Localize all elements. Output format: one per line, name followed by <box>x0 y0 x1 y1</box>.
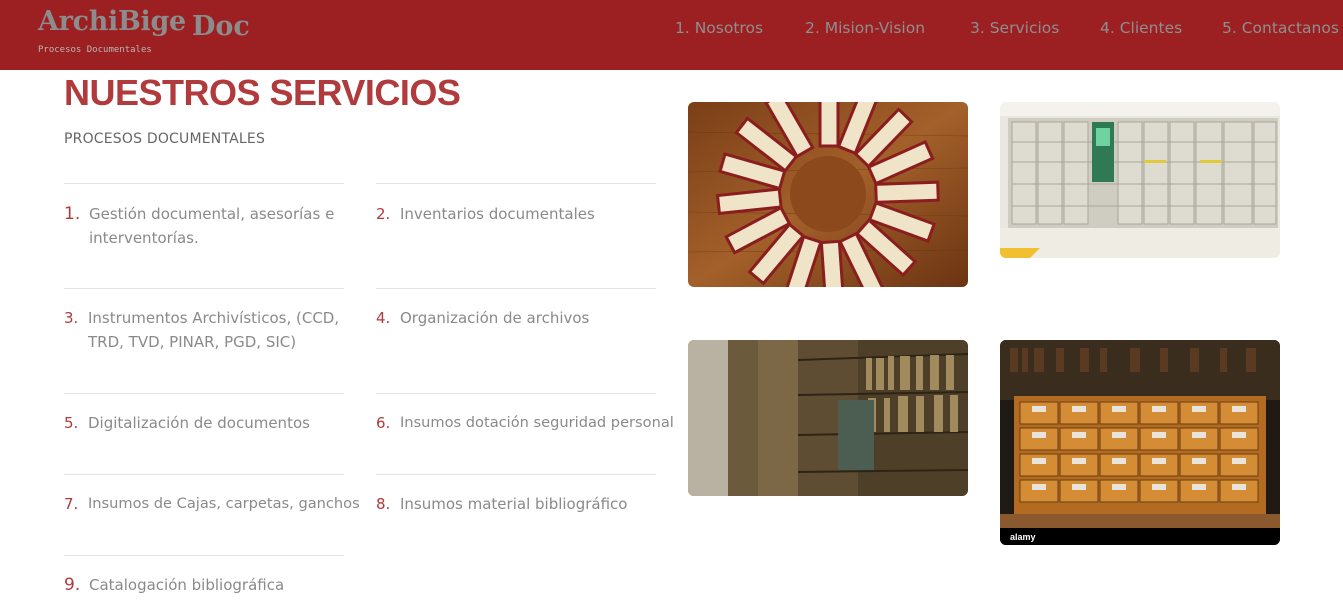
service-label: Digitalización de documentos <box>88 414 310 432</box>
nav-item-servicios[interactable]: 3. Servicios <box>970 19 1059 37</box>
page-title: NUESTROS SERVICIOS <box>64 72 461 113</box>
service-label-cont: TRD, TVD, PINAR, PGD, SIC) <box>88 333 297 351</box>
service-number: 2. <box>376 205 391 223</box>
alamy-watermark: alamy <box>1010 532 1036 542</box>
divider <box>64 555 344 556</box>
brand-logo[interactable]: ArchiBige Doc Procesos Documentales <box>38 6 250 55</box>
service-label: Gestión documental, asesorías e <box>89 205 335 223</box>
nav-item-contactanos[interactable]: 5. Contactanos <box>1222 19 1339 37</box>
service-label: Insumos dotación seguridad personal <box>400 414 674 431</box>
photo-card-catalog: alamy <box>1000 340 1280 545</box>
service-item: 3. Instrumentos Archivísticos, (CCD, TRD… <box>64 306 354 356</box>
service-item: 9. Catalogación bibliográfica <box>64 573 354 599</box>
divider <box>64 393 344 394</box>
service-item: 7. Insumos de Cajas, carpetas, ganchos <box>64 492 364 518</box>
page-subtitle: PROCESOS DOCUMENTALES <box>64 131 266 147</box>
divider <box>64 288 344 289</box>
photo-books-circle <box>688 102 968 287</box>
photo-lockers <box>1000 102 1280 258</box>
service-number: 8. <box>376 495 391 513</box>
service-item: 2. Inventarios documentales <box>376 202 666 228</box>
divider <box>64 474 344 475</box>
nav-item-nosotros[interactable]: 1. Nosotros <box>675 19 763 37</box>
service-label: Insumos de Cajas, carpetas, ganchos <box>88 495 360 512</box>
service-item: 8. Insumos material bibliográfico <box>376 492 666 518</box>
service-number: 5. <box>64 414 79 432</box>
divider <box>376 474 656 475</box>
nav-item-mision-vision[interactable]: 2. Mision-Vision <box>805 19 925 37</box>
service-label: Insumos material bibliográfico <box>400 495 628 513</box>
service-number: 7. <box>64 495 79 513</box>
service-label: Instrumentos Archivísticos, (CCD, <box>88 309 340 327</box>
divider <box>376 393 656 394</box>
service-number: 9. <box>64 575 81 595</box>
site-header: ArchiBige Doc Procesos Documentales 1. No… <box>0 0 1343 70</box>
service-item: 4. Organización de archivos <box>376 306 666 332</box>
nav-item-clientes[interactable]: 4. Clientes <box>1100 19 1182 37</box>
service-label: Organización de archivos <box>400 309 590 327</box>
service-label: Inventarios documentales <box>400 205 595 223</box>
service-label: Catalogación bibliográfica <box>89 576 285 594</box>
service-item: 1. Gestión documental, asesorías e inter… <box>64 202 354 252</box>
service-label-cont: interventorías. <box>89 229 199 247</box>
divider <box>64 183 344 184</box>
divider <box>376 288 656 289</box>
divider <box>376 183 656 184</box>
service-number: 4. <box>376 309 391 327</box>
brand-name-part1: ArchiBige <box>38 6 186 37</box>
photo-archive-shelves <box>688 340 968 496</box>
service-number: 6. <box>376 414 391 432</box>
service-item: 5. Digitalización de documentos <box>64 411 354 437</box>
service-number: 3. <box>64 309 79 327</box>
service-number: 1. <box>64 204 81 224</box>
brand-name-part2: Doc <box>191 11 250 42</box>
service-item: 6. Insumos dotación seguridad personal <box>376 411 676 437</box>
brand-tagline: Procesos Documentales <box>38 45 152 55</box>
